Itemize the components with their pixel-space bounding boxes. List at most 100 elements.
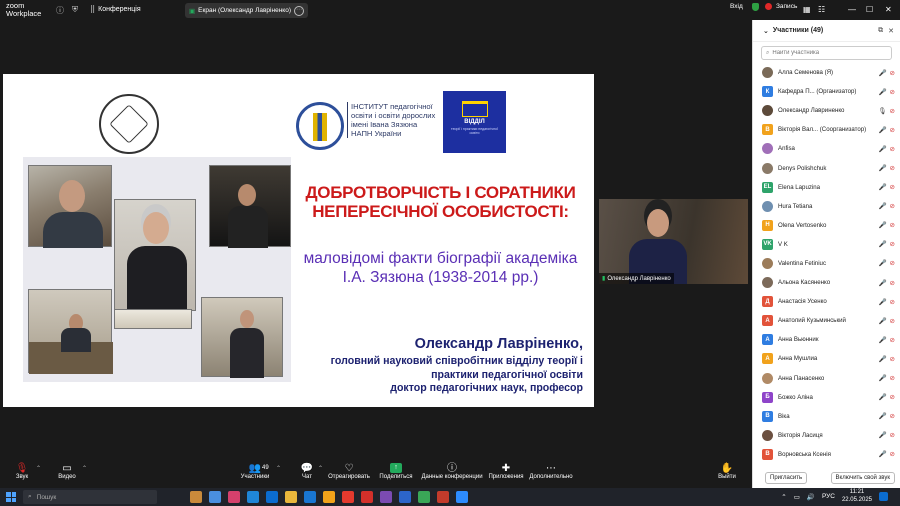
app2-icon[interactable] (380, 491, 392, 503)
participant-row[interactable]: Anfisa 🎤 ⊘ (753, 139, 900, 158)
zoom-icon[interactable] (456, 491, 468, 503)
app-icon[interactable] (228, 491, 240, 503)
zoom-logo: zoom Workplace (6, 1, 42, 18)
participant-row[interactable]: H Olena Vertosenko 🎤 ⊘ (753, 216, 900, 235)
video-options-caret[interactable]: ⌃ (82, 465, 87, 472)
participants-header: ⌄ Участники (49) ⧉ ✕ (753, 20, 900, 42)
camera-off-icon: ⊘ (889, 88, 895, 96)
maximize-icon[interactable]: ☐ (866, 5, 873, 14)
participant-row[interactable]: В Віка 🎤 ⊘ (753, 407, 900, 426)
participant-row[interactable]: EL Elena Lapuzina 🎤 ⊘ (753, 178, 900, 197)
notifications-icon[interactable] (879, 492, 888, 501)
participant-list[interactable]: Алла Семенова (Я) 🎤 ⊘ К Кафедра П... (Органи… (753, 63, 900, 465)
opera-icon[interactable] (342, 491, 354, 503)
participant-search-input[interactable] (772, 50, 883, 56)
pdf-icon[interactable] (361, 491, 373, 503)
record-indicator[interactable]: Запись (765, 3, 797, 10)
task-view-icon[interactable] (209, 491, 221, 503)
powerpoint-icon[interactable] (437, 491, 449, 503)
view-grid-icon[interactable]: ▦ (803, 5, 811, 14)
widgets-icon[interactable] (190, 491, 202, 503)
enter-button[interactable]: Вхід (730, 3, 743, 10)
taskbar-apps (190, 491, 468, 503)
participants-footer: Пригласить Включить свой звук (753, 468, 900, 488)
minimize-icon[interactable]: — (848, 5, 856, 14)
participant-search[interactable]: ⌕ (761, 46, 892, 60)
participant-row[interactable]: А Анна Вьюнник 🎤 ⊘ (753, 330, 900, 349)
shared-screen-pill[interactable]: ▣ Екран (Олександр Лавріненко) ⋯ (185, 3, 308, 18)
close-icon[interactable]: ✕ (885, 5, 892, 14)
windows-start-icon[interactable] (6, 492, 16, 502)
popout-icon[interactable]: ⧉ (878, 27, 883, 35)
share-button[interactable]: ↑ Поделиться (369, 463, 423, 480)
clock[interactable]: 11:21 22.05.2025 (842, 489, 872, 504)
participant-name: Elena Lapuzina (778, 183, 821, 191)
unmute-self-button[interactable]: Включить свой звук (830, 472, 895, 484)
close-panel-icon[interactable]: ✕ (888, 27, 894, 35)
camera-off-icon: ⊘ (889, 336, 895, 344)
leave-icon: ✋ (720, 463, 734, 474)
react-button[interactable]: ♡ Отреагировать (322, 463, 376, 480)
shield-icon[interactable]: ⛨ (72, 5, 78, 15)
outlook-icon[interactable] (304, 491, 316, 503)
chrome-icon[interactable] (418, 491, 430, 503)
participant-row[interactable]: VK V K 🎤 ⊘ (753, 235, 900, 254)
participant-avatar: А (762, 334, 773, 346)
participants-button[interactable]: 👥 Участники 49 (228, 463, 282, 480)
participant-avatar (762, 200, 773, 212)
conference-label[interactable]: ⣿ Конференція (90, 5, 141, 14)
participant-row[interactable]: Б Божко Аліна 🎤 ⊘ (753, 388, 900, 407)
participant-row[interactable]: А Анна Мушлиа 🎤 ⊘ (753, 349, 900, 368)
participant-row[interactable]: Алла Семенова (Я) 🎤 ⊘ (753, 63, 900, 82)
more-button[interactable]: ⋯ Дополнительно (524, 463, 578, 480)
mic-muted-icon: 🎤 (878, 413, 887, 421)
word-icon[interactable] (399, 491, 411, 503)
info-circle-icon: ⓘ (447, 463, 457, 474)
slide-subtitle: маловідомі факти біографії академіка І.А… (303, 250, 578, 286)
participant-name: Альона Касяненко (778, 279, 831, 287)
participant-row[interactable]: А Анатолий Кузьминський 🎤 ⊘ (753, 311, 900, 330)
participant-row[interactable]: К Кафедра П... (Организатор) 🎤 ⊘ (753, 82, 900, 101)
camera-off-icon: ⊘ (889, 317, 895, 325)
participant-row[interactable]: Valentina Fetiniuc 🎤 ⊘ (753, 254, 900, 273)
audio-options-caret[interactable]: ⌃ (36, 465, 41, 472)
participant-row[interactable]: Hura Tetiana 🎤 ⊘ (753, 197, 900, 216)
chevron-down-icon[interactable]: ⌄ (763, 27, 769, 35)
participant-name: Віка (778, 412, 790, 420)
camera-off-icon: ⊘ (889, 451, 895, 459)
participant-name: Вікторія Вал... (Соорганизатор) (778, 126, 867, 134)
view-options-icon[interactable]: ☷ (818, 5, 825, 14)
participant-row[interactable]: В Ворновська Ксенія 🎤 ⊘ (753, 445, 900, 464)
participant-row[interactable]: Вікторія Ласиця 🎤 ⊘ (753, 426, 900, 445)
folder-icon[interactable] (323, 491, 335, 503)
info-icon[interactable]: ⓘ (56, 5, 64, 16)
slide-author: Олександр Лавріненко, (414, 336, 583, 352)
tray-expand-icon[interactable]: ⌃ (781, 493, 786, 501)
edge-icon[interactable] (247, 491, 259, 503)
taskbar-search[interactable]: ⌕ Пошук (23, 490, 157, 504)
mic-muted-icon: 🎤 (878, 298, 887, 306)
participant-avatar: К (762, 86, 773, 98)
signal-bars-icon: ▮ (602, 276, 606, 282)
participant-name: Анна Вьюнник (778, 336, 819, 344)
leave-button[interactable]: ✋ Выйти (712, 463, 742, 480)
invite-button[interactable]: Пригласить (765, 472, 808, 484)
network-icon[interactable]: ▭ (794, 493, 800, 501)
participant-row[interactable]: В Вікторія Вал... (Соорганизатор) 🎤 ⊘ (753, 120, 900, 139)
participant-row[interactable]: Denys Polishchuk 🎤 ⊘ (753, 158, 900, 177)
participant-name: Кафедра П... (Организатор) (778, 88, 857, 96)
participant-row[interactable]: Олександр Лавриненко 🎙 ⊘ (753, 101, 900, 120)
participant-row[interactable]: Альона Касяненко 🎤 ⊘ (753, 273, 900, 292)
explorer-icon[interactable] (285, 491, 297, 503)
participant-row[interactable]: Анна Панасенко 🎤 ⊘ (753, 369, 900, 388)
store-icon[interactable] (266, 491, 278, 503)
participant-name: Olena Vertosenko (778, 221, 827, 229)
more-options-icon[interactable]: ⋯ (293, 5, 304, 16)
participant-row[interactable]: Д Анастасія Усенко 🎤 ⊘ (753, 292, 900, 311)
speaker-video-tile[interactable]: ▮ Олександр Лавріненко (599, 199, 748, 284)
language-indicator[interactable]: РУС (822, 493, 835, 500)
camera-off-icon: ⊘ (889, 375, 895, 383)
volume-icon[interactable]: 🔊 (807, 493, 815, 501)
meeting-info-button[interactable]: ⓘ Данные конференции (419, 463, 485, 480)
meeting-toolbar: 🎙 Звук ⌃ ▭ Видео ⌃ 👥 Участники 49 ⌃ 💬 Ча… (0, 461, 752, 488)
